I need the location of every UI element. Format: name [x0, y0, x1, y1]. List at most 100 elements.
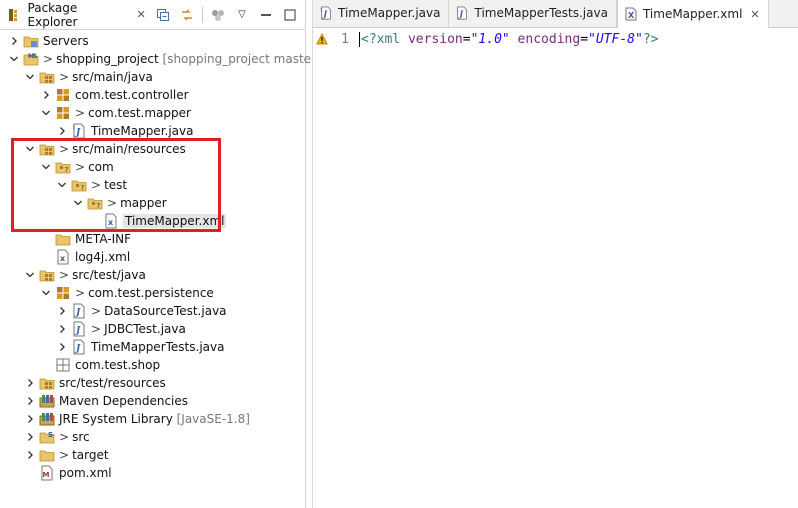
tree-item-src-main-java[interactable]: > src/main/java [0, 68, 305, 86]
tree-item-meta-inf[interactable]: META-INF [0, 230, 305, 248]
tree-item-maven-dependencies[interactable]: Maven Dependencies [0, 392, 305, 410]
tree-item-com-test-controller[interactable]: com.test.controller [0, 86, 305, 104]
folder-unknown-icon: ? [55, 159, 71, 175]
chevron-down-icon[interactable] [56, 179, 68, 191]
tree-item-jdbctest-java[interactable]: J > JDBCTest.java [0, 320, 305, 338]
tree-item-label: src/main/resources [72, 142, 186, 156]
toolbar-separator [202, 6, 203, 23]
tree-item-label: src/main/java [72, 70, 153, 84]
chevron-down-icon[interactable] [8, 53, 20, 65]
package-icon [55, 285, 71, 301]
close-icon[interactable]: ✕ [750, 8, 759, 21]
chevron-right-icon[interactable] [56, 323, 68, 335]
maven-project-icon: MS [23, 51, 39, 67]
tree-item-label: com.test.persistence [88, 286, 214, 300]
code-line[interactable]: 1 <?xml version = "1.0" encoding = "UTF-… [313, 30, 798, 48]
chevron-down-icon[interactable] [24, 143, 36, 155]
library-icon [39, 411, 55, 427]
java-interface-icon: J? [319, 6, 333, 20]
editor-tab-bar: J? TimeMapper.java J TimeMapperTests.java X T… [313, 0, 798, 28]
chevron-right-icon[interactable] [24, 431, 36, 443]
tree-item-src-test-resources[interactable]: src/test/resources [0, 374, 305, 392]
xml-value-version: "1.0" [470, 31, 510, 47]
xml-pi-open: <?xml [361, 31, 401, 47]
git-change-marker: > [91, 178, 102, 192]
svg-text:?: ? [97, 202, 101, 210]
tree-item-label: target [72, 448, 109, 462]
chevron-right-icon[interactable] [24, 377, 36, 389]
editor-tab-timemappertests-java[interactable]: J TimeMapperTests.java [449, 0, 617, 27]
svg-text:J: J [74, 326, 81, 336]
tree-item-datasourcetest-java[interactable]: J > DataSourceTest.java [0, 302, 305, 320]
text-cursor [359, 31, 360, 47]
git-change-marker: > [59, 142, 70, 156]
minimize-icon[interactable] [257, 6, 275, 24]
chevron-right-icon[interactable] [40, 89, 52, 101]
chevron-down-icon[interactable] [40, 161, 52, 173]
tab-package-explorer[interactable]: Package Explorer ✕ [0, 0, 154, 30]
source-folder-icon [39, 375, 55, 391]
editor-tab-timemapper-xml[interactable]: X TimeMapper.xml ✕ [616, 0, 769, 28]
chevron-right-icon[interactable] [56, 125, 68, 137]
tree-item-mapper[interactable]: ? > mapper [0, 194, 305, 212]
tree-item-pom-xml[interactable]: Mpom.xml [0, 464, 305, 482]
tree-item-jre-system-library[interactable]: JRE System Library [JavaSE-1.8] [0, 410, 305, 428]
svg-text:x: x [108, 218, 114, 227]
chevron-right-icon[interactable] [8, 35, 20, 47]
tree-item-log4j-xml[interactable]: x log4j.xml [0, 248, 305, 266]
chevron-down-icon[interactable] [24, 269, 36, 281]
maximize-icon[interactable] [281, 6, 299, 24]
code-editor[interactable]: 1 <?xml version = "1.0" encoding = "UTF-… [313, 28, 798, 48]
tree-item-com-test-shop[interactable]: com.test.shop [0, 356, 305, 374]
tree-item-src-main-resources[interactable]: > src/main/resources [0, 140, 305, 158]
tree-item-label: log4j.xml [75, 250, 131, 264]
close-icon[interactable]: ✕ [134, 8, 148, 21]
focus-task-icon[interactable] [209, 6, 227, 24]
tree-item-src[interactable]: S > src [0, 428, 305, 446]
chevron-right-icon[interactable] [24, 395, 36, 407]
xml-pi-close: ?> [642, 31, 659, 47]
editor-area: J? TimeMapper.java J TimeMapperTests.java X T… [312, 0, 798, 508]
chevron-down-icon[interactable] [24, 71, 36, 83]
chevron-down-icon[interactable] [72, 197, 84, 209]
tree-item-src-test-java[interactable]: > src/test/java [0, 266, 305, 284]
package-icon [55, 105, 71, 121]
git-change-marker: > [75, 286, 86, 300]
tree-item-servers[interactable]: Servers [0, 32, 305, 50]
tree-item-test[interactable]: ? > test [0, 176, 305, 194]
view-menu-icon[interactable]: ▽ [233, 6, 251, 24]
svg-text:x: x [60, 254, 66, 263]
chevron-right-icon[interactable] [24, 413, 36, 425]
folder-icon [55, 231, 71, 247]
tree-item-decoration: [shopping_project master] [158, 52, 321, 66]
chevron-right-icon[interactable] [56, 305, 68, 317]
tree-item-timemappertests-java[interactable]: J TimeMapperTests.java [0, 338, 305, 356]
tree-item-label: com.test.shop [75, 358, 161, 372]
tree-item-com[interactable]: ? > com [0, 158, 305, 176]
link-editor-icon[interactable] [178, 6, 196, 24]
tree-item-label: test [104, 178, 128, 192]
tree-item-com-test-persistence[interactable]: > com.test.persistence [0, 284, 305, 302]
tree-item-label: shopping_project [56, 52, 159, 66]
line-number: 1 [341, 31, 349, 47]
tree-item-shopping-project[interactable]: M S > shopping_project [shopping_project ma… [0, 50, 321, 68]
tree-item-timemapper-java[interactable]: J? TimeMapper.java [0, 122, 305, 140]
view-title: Package Explorer [27, 0, 78, 29]
warning-icon[interactable] [313, 33, 331, 45]
xml-value-encoding: "UTF-8" [588, 31, 643, 47]
editor-tab-timemapper-java[interactable]: J? TimeMapper.java [313, 0, 450, 27]
tree-item-label: src [72, 430, 90, 444]
collapse-all-icon[interactable] [154, 6, 172, 24]
package-explorer-icon [6, 6, 24, 24]
tree-item-timemapper-xml[interactable]: x TimeMapper.xml [0, 212, 305, 230]
xml-equals: = [462, 31, 471, 47]
tree-item-target[interactable]: > target [0, 446, 305, 464]
chevron-right-icon[interactable] [56, 341, 68, 353]
svg-text:?: ? [72, 125, 75, 132]
chevron-right-icon[interactable] [24, 449, 36, 461]
chevron-down-icon[interactable] [40, 287, 52, 299]
chevron-down-icon[interactable] [40, 107, 52, 119]
tree-item-com-test-mapper[interactable]: > com.test.mapper [0, 104, 305, 122]
